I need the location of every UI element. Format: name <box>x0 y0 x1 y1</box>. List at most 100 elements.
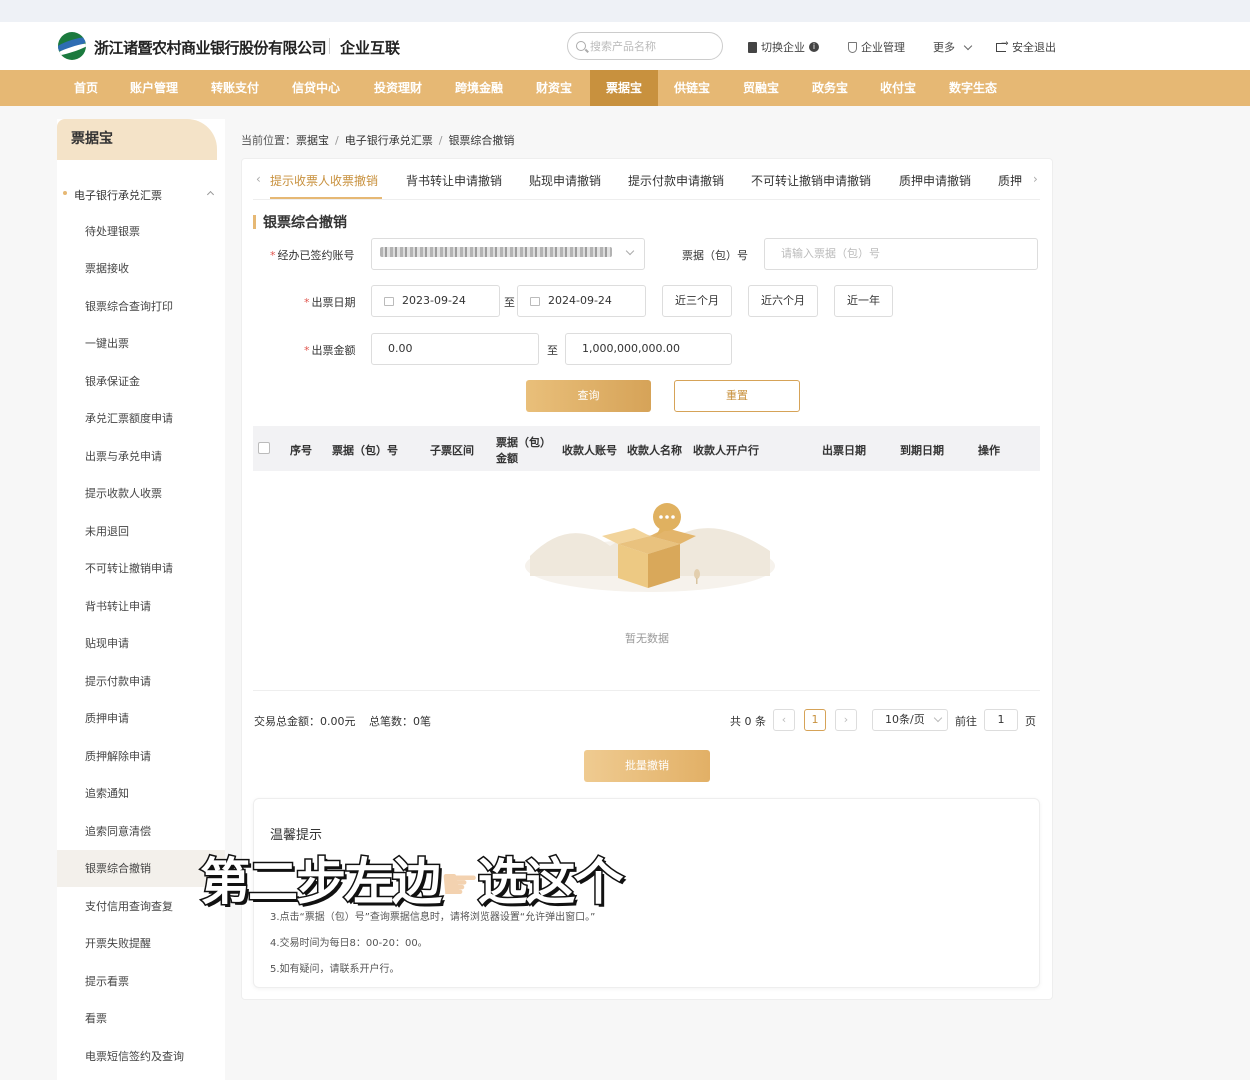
search-box[interactable] <box>567 32 723 60</box>
tab-pledge-truncated[interactable]: 质押 <box>998 172 1026 189</box>
sidebar-item[interactable]: 未用退回 <box>57 513 225 550</box>
nav-item-government[interactable]: 政务宝 <box>812 70 848 106</box>
tab-present-revoke[interactable]: 提示收票人收票撤销 <box>270 172 378 189</box>
switch-company-link[interactable]: 切换企业 i <box>748 39 819 55</box>
tab-pledge-revoke[interactable]: 质押申请撤销 <box>899 172 971 189</box>
tab-nontransfer-revoke[interactable]: 不可转让撤销申请撤销 <box>751 172 871 189</box>
sidebar-item[interactable]: 票据接收 <box>57 250 225 287</box>
sidebar-item[interactable]: 提示收款人收票 <box>57 475 225 512</box>
browser-top-strip <box>0 0 1250 22</box>
logout-label: 安全退出 <box>1012 41 1056 54</box>
batch-revoke-button[interactable]: 批量撤销 <box>584 750 710 782</box>
logout-link[interactable]: 安全退出 <box>996 39 1056 55</box>
col-bill-amount-line2: 金额 <box>496 452 518 465</box>
sidebar-item[interactable]: 提示看票 <box>57 963 225 1000</box>
sidebar-item[interactable]: 开票失败提醒 <box>57 925 225 962</box>
total-count: 总笔数：0笔 <box>369 715 431 728</box>
pager-size-select[interactable]: 10条/页 <box>872 709 948 731</box>
more-menu[interactable]: 更多 <box>933 39 973 55</box>
nav-item-payment[interactable]: 收付宝 <box>880 70 916 106</box>
sidebar-item[interactable]: 一键出票 <box>57 325 225 362</box>
sidebar-item[interactable]: 待处理银票 <box>57 213 225 250</box>
last-6-months-button[interactable]: 近六个月 <box>748 285 818 317</box>
sidebar-item[interactable]: 背书转让申请 <box>57 588 225 625</box>
pager-goto-input[interactable]: 1 <box>984 709 1018 731</box>
select-all-checkbox[interactable] <box>258 442 270 454</box>
nav-item-crossborder[interactable]: 跨境金融 <box>455 70 503 106</box>
date-to-input[interactable]: 2024-09-24 <box>517 285 646 317</box>
date-from-input[interactable]: 2023-09-24 <box>371 285 500 317</box>
col-bill-amount-line1: 票据（包） <box>496 436 551 449</box>
sidebar-item[interactable]: 质押解除申请 <box>57 738 225 775</box>
pager-prev-icon[interactable]: ‹ <box>773 709 795 731</box>
last-3-months-button[interactable]: 近三个月 <box>662 285 732 317</box>
nav-item-supplychain[interactable]: 供链宝 <box>674 70 710 106</box>
query-button[interactable]: 查询 <box>526 380 651 412</box>
account-label: * 经办已签约账号 <box>270 249 355 262</box>
tab-scroll-right-icon[interactable]: › <box>1033 172 1038 186</box>
calendar-icon <box>384 296 394 306</box>
amount-label: * 出票金额 <box>304 344 356 357</box>
sidebar-item[interactable]: 看票 <box>57 1000 225 1037</box>
amount-range-separator: 至 <box>547 344 558 357</box>
sidebar-item[interactable]: 不可转让撤销申请 <box>57 550 225 587</box>
sidebar-item[interactable]: 出票与承兑申请 <box>57 438 225 475</box>
bill-no-input[interactable]: 请输入票据（包）号 <box>764 238 1038 270</box>
search-icon <box>576 41 586 51</box>
sidebar-group-header[interactable]: 电子银行承兑汇票 <box>63 187 162 203</box>
pager-page-current[interactable]: 1 <box>804 709 826 731</box>
breadcrumb-item[interactable]: 票据宝 <box>296 134 329 147</box>
pager-page-suffix: 页 <box>1025 715 1036 728</box>
sidebar-item[interactable]: 质押申请 <box>57 700 225 737</box>
date-label: * 出票日期 <box>304 296 356 309</box>
search-input[interactable] <box>590 37 715 55</box>
sidebar-group-label: 电子银行承兑汇票 <box>74 189 162 202</box>
date-range-separator: 至 <box>504 296 515 309</box>
sidebar-item[interactable]: 承兑汇票额度申请 <box>57 400 225 437</box>
nav-item-bills[interactable]: 票据宝 <box>590 70 658 106</box>
company-manage-link[interactable]: 企业管理 <box>848 39 905 55</box>
sidebar-item[interactable]: 贴现申请 <box>57 625 225 662</box>
col-issue-date: 出票日期 <box>822 444 866 457</box>
active-tab-indicator <box>270 197 382 199</box>
document-icon <box>748 41 757 53</box>
sidebar-title: 票据宝 <box>57 119 217 160</box>
breadcrumb: 当前位置：票据宝 / 电子银行承兑汇票 / 银票综合撤销 <box>241 132 514 148</box>
pointing-hand-icon: ☛ <box>440 859 479 910</box>
breadcrumb-separator: / <box>438 134 443 147</box>
nav-item-transfer[interactable]: 转账支付 <box>211 70 259 106</box>
sidebar-item[interactable]: 追索通知 <box>57 775 225 812</box>
pager-next-icon[interactable]: › <box>835 709 857 731</box>
reset-button[interactable]: 重置 <box>674 380 800 412</box>
account-value-redacted <box>380 247 612 257</box>
amount-to-input[interactable]: 1,000,000,000.00 <box>565 333 732 365</box>
tab-scroll-left-icon[interactable]: ‹ <box>256 172 261 186</box>
sidebar-item[interactable]: 提示付款申请 <box>57 663 225 700</box>
last-year-button[interactable]: 近一年 <box>834 285 893 317</box>
nav-item-digital[interactable]: 数字生态 <box>949 70 997 106</box>
summary: 交易总金额：0.00元 总笔数：0笔 <box>254 713 431 729</box>
sidebar-item[interactable]: 银承保证金 <box>57 363 225 400</box>
sidebar-item[interactable]: 电票短信签约及查询 <box>57 1038 225 1075</box>
nav-item-trade[interactable]: 贸融宝 <box>743 70 779 106</box>
breadcrumb-item[interactable]: 电子银行承兑汇票 <box>345 134 433 147</box>
tab-payment-revoke[interactable]: 提示付款申请撤销 <box>628 172 724 189</box>
calendar-icon <box>530 296 540 306</box>
breadcrumb-prefix: 当前位置： <box>241 134 296 147</box>
nav-item-credit[interactable]: 信贷中心 <box>292 70 340 106</box>
sidebar-item[interactable]: 银票综合查询打印 <box>57 288 225 325</box>
nav-item-invest[interactable]: 投资理财 <box>374 70 422 106</box>
chevron-up-icon[interactable] <box>206 190 215 199</box>
info-icon: i <box>809 42 819 52</box>
tab-discount-revoke[interactable]: 贴现申请撤销 <box>529 172 601 189</box>
pager-goto-label: 前往 <box>955 715 977 728</box>
nav-item-treasury[interactable]: 财资宝 <box>536 70 572 106</box>
nav-item-home[interactable]: 首页 <box>74 70 98 106</box>
tab-endorse-revoke[interactable]: 背书转让申请撤销 <box>406 172 502 189</box>
bank-name: 浙江诸暨农村商业银行股份有限公司 <box>94 39 327 57</box>
amount-from-input[interactable]: 0.00 <box>371 333 539 365</box>
col-payee-name: 收款人名称 <box>627 444 682 457</box>
section-title: 银票综合撤销 <box>253 212 347 232</box>
sidebar: 票据宝 电子银行承兑汇票 待处理银票 票据接收 银票综合查询打印 一键出票 银承… <box>57 119 225 1080</box>
nav-item-account[interactable]: 账户管理 <box>130 70 178 106</box>
